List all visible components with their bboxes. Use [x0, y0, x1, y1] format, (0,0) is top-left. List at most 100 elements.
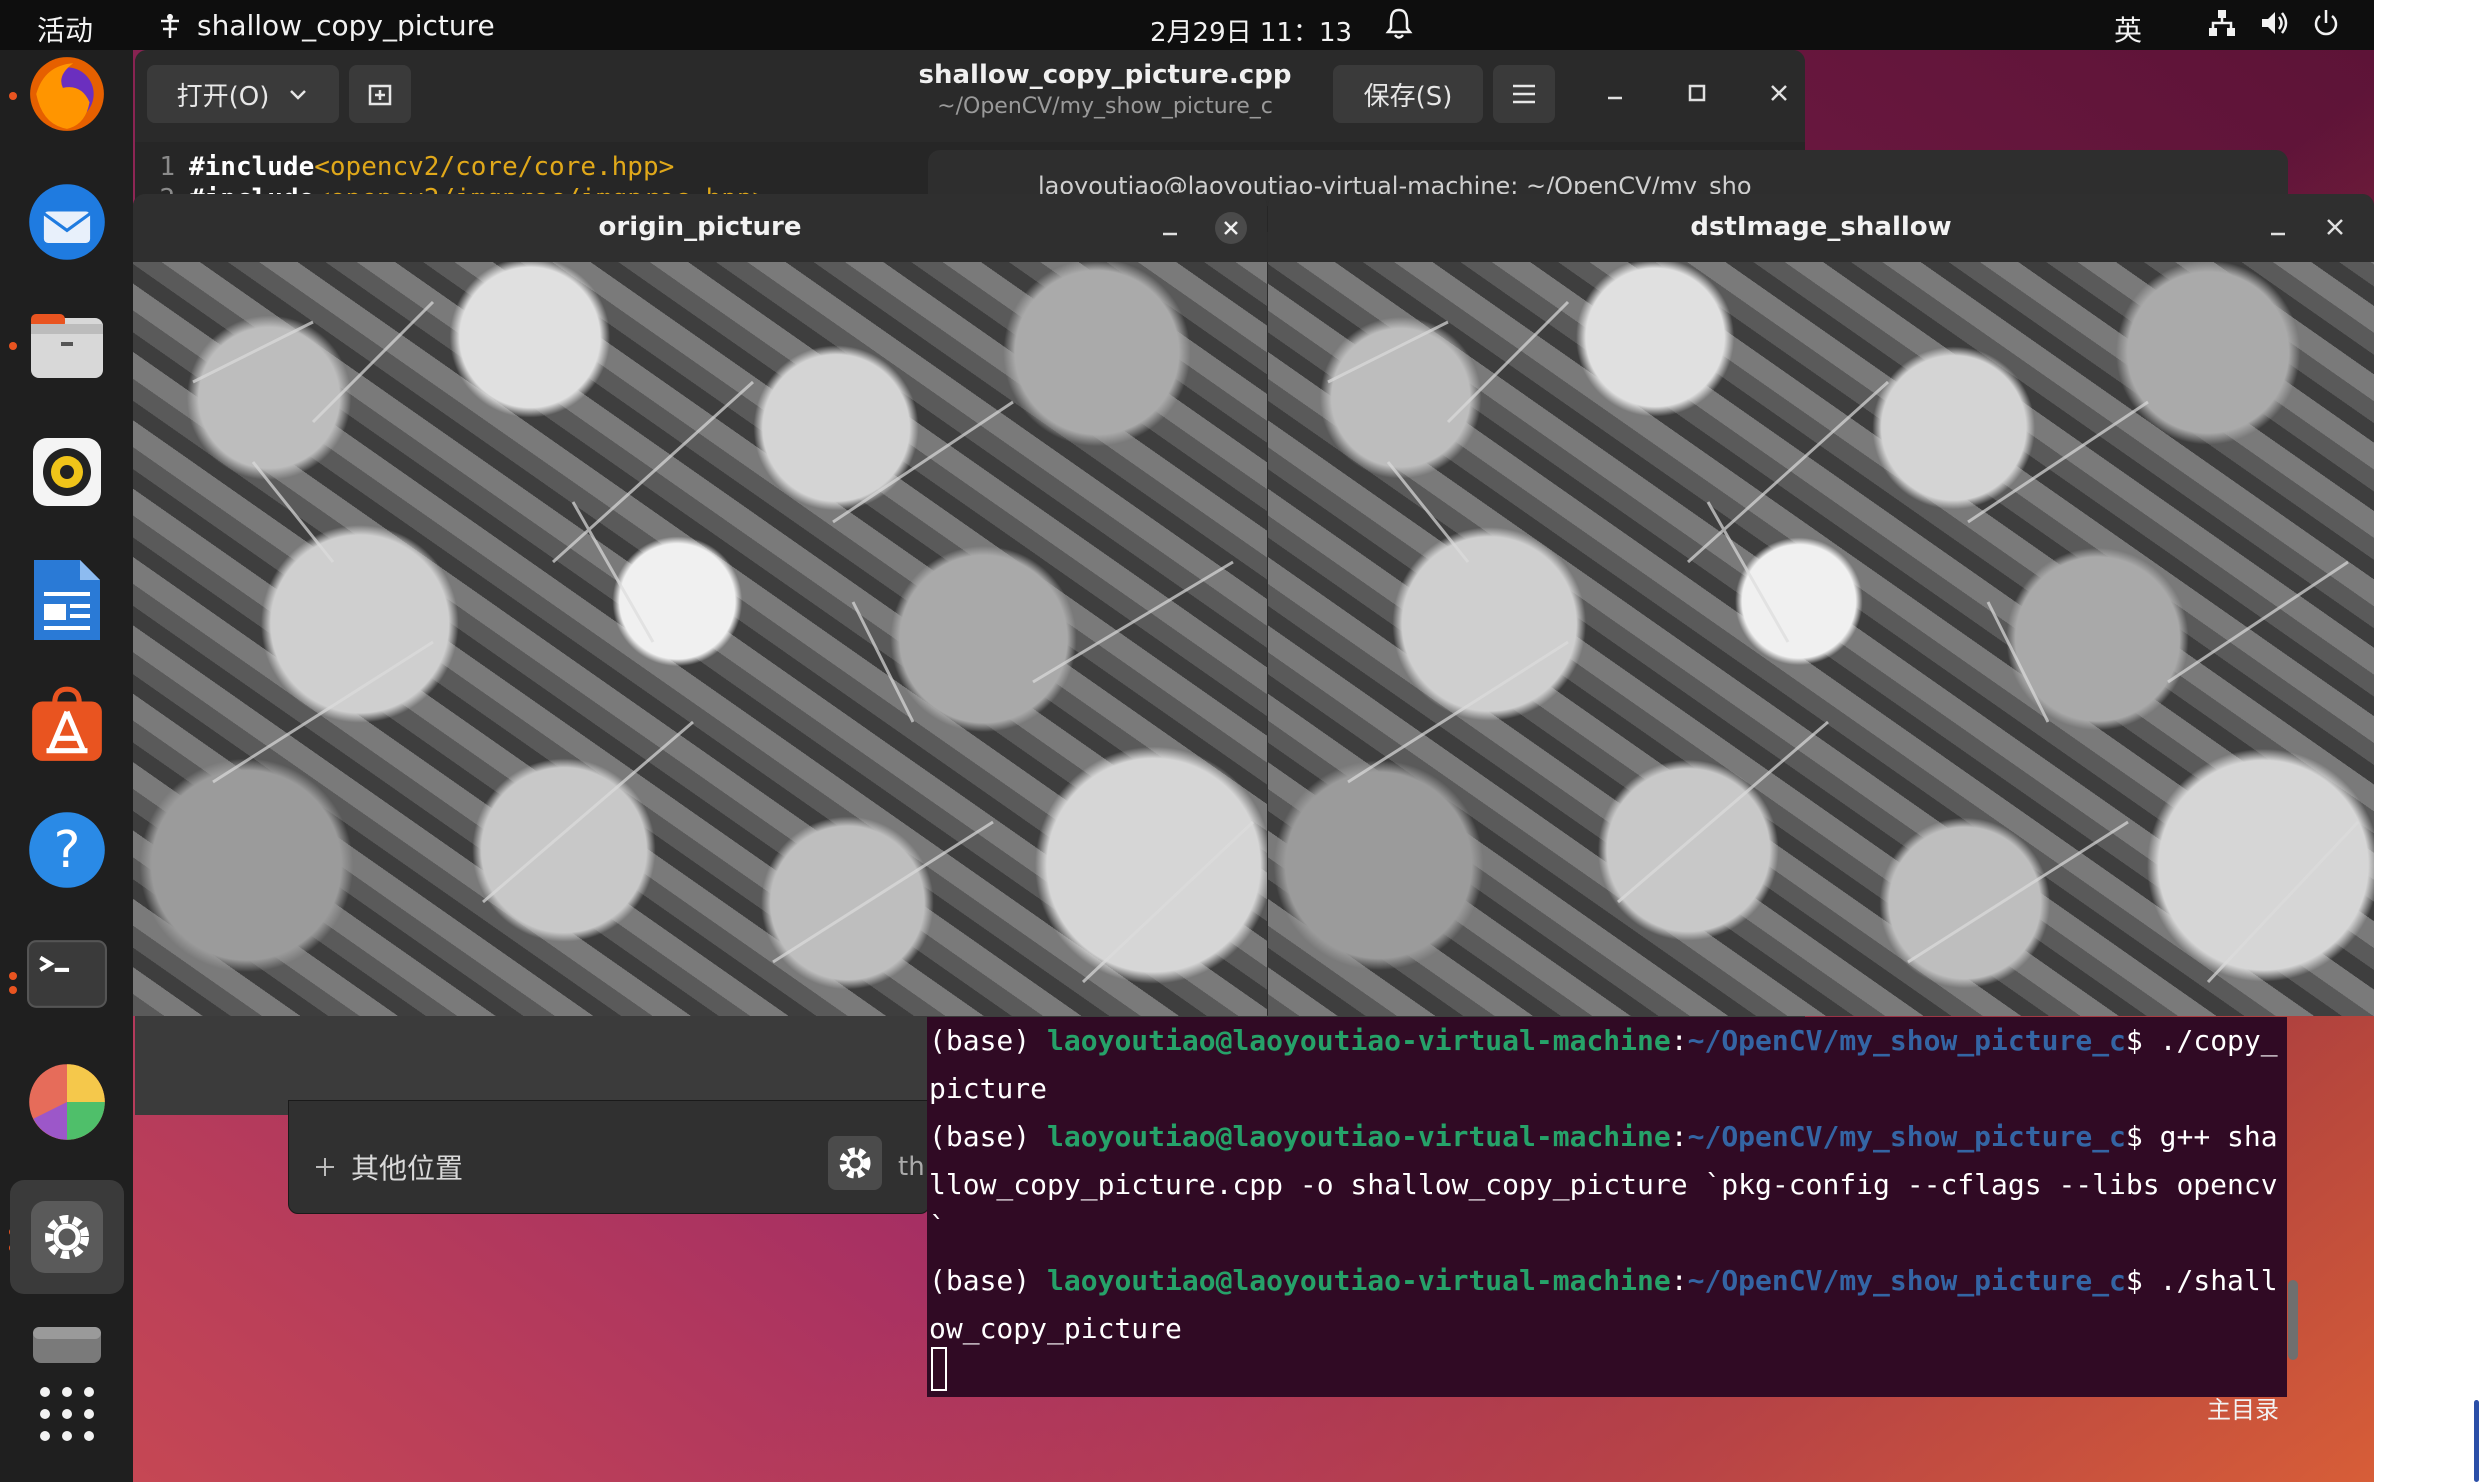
dock-thunderbird[interactable]: [23, 178, 111, 266]
home-folder-label[interactable]: 主目录: [2207, 1390, 2279, 1425]
dock-firefox[interactable]: [23, 50, 111, 138]
network-icon: [2209, 10, 2235, 36]
minimize-icon[interactable]: [1595, 78, 1635, 108]
clock[interactable]: 2月29日 11：13: [1150, 12, 1352, 49]
settings-icon: [31, 1201, 103, 1273]
edge-scroll-indicator: [2474, 1400, 2479, 1482]
dst-image-window: dstImage_shallow: [1268, 194, 2374, 1016]
other-locations-item[interactable]: 其他位置: [313, 1147, 463, 1187]
app-menu-icon: [161, 13, 179, 38]
dock-terminal[interactable]: [23, 930, 111, 1018]
command-text: `: [929, 1210, 946, 1243]
command-text: picture: [929, 1072, 1048, 1105]
origin-picture-image: [133, 262, 1267, 1016]
prompt-colon: :: [1670, 1024, 1688, 1057]
prompt-colon: :: [1670, 1120, 1688, 1153]
running-indicator: [9, 986, 17, 994]
app-menu-label: shallow_copy_picture: [197, 9, 495, 42]
rhythmbox-icon: [33, 438, 101, 506]
prompt-dollar: $: [2125, 1024, 2160, 1057]
settings-gear-label: th: [898, 1152, 925, 1182]
open-button[interactable]: 打开(O): [147, 65, 339, 123]
files-icon: [31, 314, 103, 378]
terminal-scrollbar[interactable]: [2288, 1280, 2298, 1360]
prompt-dollar: $: [2125, 1120, 2160, 1153]
terminal-line: (base) laoyoutiao@laoyoutiao-virtual-mac…: [929, 1113, 2278, 1161]
running-indicator: [9, 972, 17, 980]
dst-image-image: [1268, 262, 2374, 1016]
dock: ?: [0, 50, 133, 1482]
close-icon[interactable]: [1213, 210, 1249, 246]
leaf-veins-pattern: [1327, 300, 2360, 984]
origin-picture-title: origin_picture: [598, 212, 802, 242]
settings-gear-tile[interactable]: [828, 1136, 882, 1190]
prompt-user: laoyoutiao@laoyoutiao-virtual-machine: [1047, 1024, 1671, 1057]
drive-icon: [33, 1327, 101, 1363]
power-icon: [2314, 10, 2338, 36]
terminal-icon: [27, 940, 107, 1008]
editor-header: 打开(O) shallow_copy_picture.cpp ~/OpenCV/…: [135, 50, 1805, 143]
dock-writer[interactable]: [23, 556, 111, 644]
prompt-user: laoyoutiao@laoyoutiao-virtual-machine: [1047, 1120, 1671, 1153]
command-text: g++ sha: [2159, 1120, 2278, 1153]
running-indicator: [9, 92, 17, 100]
terminal-line: (base) laoyoutiao@laoyoutiao-virtual-mac…: [929, 1257, 2278, 1305]
firefox-icon: [30, 57, 104, 131]
origin-picture-titlebar[interactable]: origin_picture: [133, 194, 1267, 262]
app-menu[interactable]: shallow_copy_picture: [155, 9, 495, 42]
dock-drive[interactable]: [23, 1312, 111, 1372]
disk-usage-icon: [29, 1064, 105, 1140]
terminal-line: `: [929, 1203, 946, 1251]
dock-help[interactable]: ?: [23, 806, 111, 894]
app-center-icon: [32, 686, 102, 761]
close-icon[interactable]: [1759, 78, 1799, 108]
code-string: <opencv2/core/core.hpp>: [314, 152, 675, 182]
notification-bell-icon[interactable]: [1384, 6, 1414, 42]
running-indicator: [9, 342, 17, 350]
origin-picture-window: origin_picture: [133, 194, 1267, 1016]
terminal-window[interactable]: (base) laoyoutiao@laoyoutiao-virtual-mac…: [927, 1017, 2287, 1397]
prompt-colon: :: [1670, 1264, 1688, 1297]
close-icon[interactable]: [2320, 212, 2350, 242]
command-text: ./shall: [2159, 1264, 2278, 1297]
other-locations-label: 其他位置: [351, 1152, 464, 1185]
terminal-line: ow_copy_picture: [929, 1305, 1182, 1353]
prompt-path: ~/OpenCV/my_show_picture_c: [1687, 1120, 2126, 1153]
code-keyword: #include: [189, 152, 315, 182]
system-tray[interactable]: [2207, 8, 2341, 38]
hamburger-menu-icon: [1513, 84, 1535, 104]
code-line: 1 #include <opencv2/core/core.hpp>: [135, 152, 674, 186]
gear-icon: [839, 1147, 871, 1179]
minimize-icon[interactable]: [2263, 214, 2293, 244]
dst-image-title: dstImage_shallow: [1690, 212, 1952, 242]
new-tab-button[interactable]: [349, 65, 411, 123]
dock-app-center[interactable]: [23, 680, 111, 768]
input-method-indicator[interactable]: 英: [2114, 9, 2142, 49]
dock-show-apps[interactable]: [23, 1370, 111, 1458]
line-number: 1: [159, 152, 175, 182]
plus-icon: [316, 1158, 334, 1176]
save-button-label: 保存(S): [1363, 81, 1453, 112]
terminal-line: (base) laoyoutiao@laoyoutiao-virtual-mac…: [929, 1017, 2278, 1065]
open-button-label: 打开(O): [176, 81, 270, 112]
new-document-icon: [368, 84, 392, 106]
editor-menu-button[interactable]: [1493, 65, 1555, 123]
prompt-user: laoyoutiao@laoyoutiao-virtual-machine: [1047, 1264, 1671, 1297]
minimize-icon[interactable]: [1155, 214, 1185, 244]
writer-icon: [34, 560, 100, 640]
dock-settings[interactable]: [10, 1180, 124, 1294]
help-icon: ?: [29, 812, 105, 888]
dock-files[interactable]: [23, 302, 111, 390]
prompt-prefix: (base): [929, 1264, 1048, 1297]
dock-disk-usage[interactable]: [23, 1058, 111, 1146]
chevron-down-icon: [290, 90, 307, 100]
dst-image-titlebar[interactable]: dstImage_shallow: [1268, 194, 2374, 262]
volume-icon: [2262, 12, 2288, 34]
save-button[interactable]: 保存(S): [1333, 65, 1483, 123]
command-text: ow_copy_picture: [929, 1312, 1182, 1345]
dock-rhythmbox[interactable]: [23, 428, 111, 516]
terminal-line: picture: [929, 1065, 1047, 1113]
maximize-icon[interactable]: [1677, 78, 1717, 108]
top-bar: 活动 shallow_copy_picture 2月29日 11：13 英: [0, 0, 2374, 50]
activities-button[interactable]: 活动: [37, 9, 93, 49]
